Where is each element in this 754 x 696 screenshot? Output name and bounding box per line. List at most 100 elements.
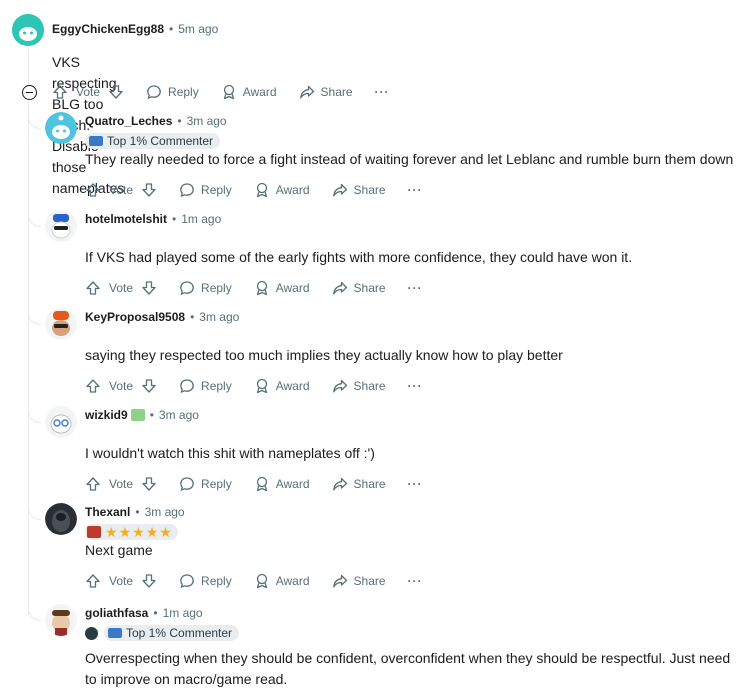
share-button[interactable]: Share: [332, 573, 386, 589]
star-icon: ★: [132, 524, 145, 540]
downvote-icon[interactable]: [141, 182, 157, 198]
share-button[interactable]: Share: [332, 476, 386, 492]
thread-line-root: [28, 46, 29, 86]
upvote-icon[interactable]: [85, 573, 101, 589]
flair-text: Top 1% Commenter: [126, 626, 233, 640]
avatar[interactable]: [45, 503, 77, 535]
reply-button[interactable]: Reply: [179, 378, 232, 394]
award-label: Award: [242, 85, 277, 99]
downvote-icon[interactable]: [141, 378, 157, 394]
reply-icon: [180, 477, 194, 492]
comment-body: Next game: [85, 542, 153, 558]
separator-dot: •: [135, 505, 140, 519]
downvote-icon[interactable]: [108, 84, 124, 100]
more-options-icon[interactable]: ···: [408, 574, 423, 588]
user-avatar-icon: [45, 406, 77, 438]
author-name[interactable]: Thexanl: [85, 505, 130, 519]
author-name[interactable]: hotelmotelshit: [85, 212, 167, 226]
comment-body-line: to improve on macro/game read.: [85, 671, 288, 687]
more-options-icon[interactable]: ···: [408, 379, 423, 393]
star-icon: ★: [118, 524, 132, 540]
avatar[interactable]: [45, 112, 77, 144]
more-options-icon[interactable]: ···: [375, 85, 390, 99]
share-label: Share: [353, 281, 386, 295]
avatar[interactable]: [45, 604, 77, 636]
reply-icon: [180, 281, 194, 296]
vote-label: Vote: [109, 574, 134, 588]
timestamp[interactable]: 3m ago: [199, 310, 239, 324]
timestamp[interactable]: 3m ago: [187, 114, 227, 128]
thread-branch: [28, 505, 41, 520]
downvote-icon[interactable]: [141, 476, 157, 492]
more-options-icon[interactable]: ···: [408, 281, 423, 295]
author-name[interactable]: wizkid9: [85, 408, 128, 422]
separator-dot: •: [149, 408, 154, 422]
share-button[interactable]: Share: [299, 84, 353, 100]
thread-branch: [28, 212, 41, 227]
user-avatar-icon: [45, 503, 77, 535]
timestamp[interactable]: 1m ago: [163, 606, 203, 620]
upvote-icon[interactable]: [85, 476, 101, 492]
author-name[interactable]: KeyProposal9508: [85, 310, 185, 324]
thread-branch: [28, 606, 41, 621]
reply-button[interactable]: Reply: [179, 476, 232, 492]
award-button[interactable]: Award: [254, 182, 310, 198]
more-options-icon[interactable]: ···: [408, 183, 423, 197]
share-label: Share: [353, 477, 386, 491]
share-icon: [332, 281, 347, 295]
author-name[interactable]: EggyChickenEgg88: [52, 22, 164, 36]
author-name[interactable]: Quatro_Leches: [85, 114, 172, 128]
more-options-icon[interactable]: ···: [408, 477, 423, 491]
team-logo-icon: [85, 626, 98, 640]
thread-branch: [28, 114, 41, 129]
share-button[interactable]: Share: [332, 280, 386, 296]
reply-button[interactable]: Reply: [179, 573, 232, 589]
reply-label: Reply: [201, 379, 232, 393]
upvote-icon[interactable]: [85, 182, 101, 198]
comment-body-line: Overrespecting when they should be confi…: [85, 650, 731, 666]
user-avatar-icon: [45, 308, 77, 340]
avatar[interactable]: [45, 406, 77, 438]
award-button[interactable]: Award: [254, 573, 310, 589]
award-button[interactable]: Award: [254, 378, 310, 394]
reply-button[interactable]: Reply: [146, 84, 199, 100]
avatar[interactable]: [12, 14, 44, 46]
timestamp[interactable]: 3m ago: [159, 408, 199, 422]
vote-group: Vote: [85, 182, 157, 198]
reply-button[interactable]: Reply: [179, 280, 232, 296]
separator-dot: •: [153, 606, 158, 620]
reply-icon: [180, 574, 194, 589]
vote-label: Vote: [109, 379, 134, 393]
avatar[interactable]: [45, 210, 77, 242]
upvote-icon[interactable]: [52, 84, 68, 100]
share-label: Share: [353, 379, 386, 393]
separator-dot: •: [169, 22, 174, 36]
award-button[interactable]: Award: [254, 476, 310, 492]
author-name[interactable]: goliathfasa: [85, 606, 148, 620]
separator-dot: •: [177, 114, 182, 128]
award-button[interactable]: Award: [254, 280, 310, 296]
comment-body: If VKS had played some of the early figh…: [85, 249, 633, 265]
downvote-icon[interactable]: [141, 573, 157, 589]
award-icon: [256, 378, 267, 394]
vote-group: Vote: [85, 280, 157, 296]
timestamp[interactable]: 5m ago: [178, 22, 218, 36]
reply-button[interactable]: Reply: [179, 182, 232, 198]
reply-icon: [180, 379, 194, 394]
share-label: Share: [353, 574, 386, 588]
downvote-icon[interactable]: [141, 280, 157, 296]
comment-body: saying they respected too much implies t…: [85, 347, 563, 363]
thread-branch: [28, 310, 41, 325]
timestamp[interactable]: 1m ago: [181, 212, 221, 226]
upvote-icon[interactable]: [85, 378, 101, 394]
avatar[interactable]: [45, 308, 77, 340]
comment-actions: Vote Reply Award Share ···: [85, 472, 423, 496]
reply-label: Reply: [201, 183, 232, 197]
upvote-icon[interactable]: [85, 280, 101, 296]
reply-label: Reply: [201, 574, 232, 588]
share-button[interactable]: Share: [332, 182, 386, 198]
award-button[interactable]: Award: [221, 84, 277, 100]
share-button[interactable]: Share: [332, 378, 386, 394]
timestamp[interactable]: 3m ago: [145, 505, 185, 519]
collapse-thread-button[interactable]: [22, 85, 37, 100]
